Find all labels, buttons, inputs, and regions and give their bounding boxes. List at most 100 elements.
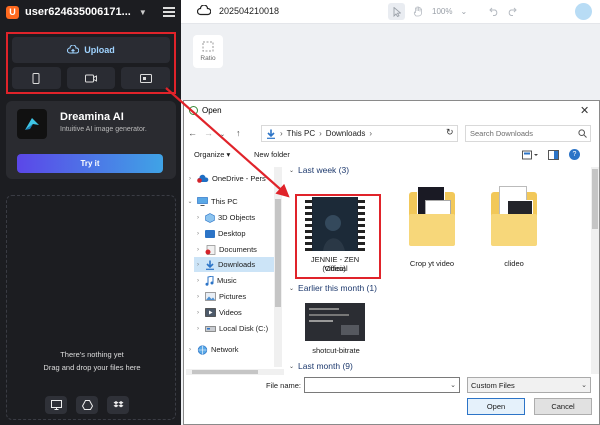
hand-icon[interactable] [413, 6, 424, 17]
file-item-shotcut-bitrate[interactable]: shotcut-bitrate [301, 299, 371, 359]
expand-chevron-icon[interactable]: › [194, 262, 202, 268]
address-bar[interactable]: › This PC › Downloads › [261, 125, 458, 142]
computer-source-button[interactable] [45, 396, 67, 414]
refresh-icon[interactable]: ↻ [446, 127, 454, 138]
tree-item-desktop[interactable]: › Desktop [194, 226, 246, 241]
back-arrow-icon[interactable]: ← [188, 128, 197, 138]
file-type-select[interactable]: Custom Files ⌄ [467, 377, 591, 393]
try-it-button[interactable]: Try it [17, 154, 163, 173]
video-highlight-box [295, 194, 381, 279]
import-sources [45, 396, 129, 414]
ratio-label: Ratio [200, 55, 216, 62]
file-item-clideo[interactable]: clideo [479, 186, 549, 270]
collapse-chevron-icon[interactable]: ⌄ [289, 363, 294, 370]
view-controls: ? [522, 149, 580, 160]
zoom-level[interactable]: 100% [432, 7, 452, 16]
videos-icon [205, 308, 216, 317]
file-name-input[interactable]: ⌄ [304, 377, 460, 393]
expand-chevron-icon[interactable]: › [194, 326, 202, 332]
tree-item-music[interactable]: › Music [194, 273, 237, 288]
forward-arrow-icon[interactable]: → [204, 128, 213, 138]
collapse-chevron-icon[interactable]: ⌄ [289, 285, 294, 292]
tree-item-videos[interactable]: › Videos [194, 305, 242, 320]
upload-label: Upload [84, 45, 115, 55]
view-options-icon[interactable] [522, 150, 538, 160]
tree-item-3d-objects[interactable]: › 3D Objects [194, 210, 255, 225]
expand-chevron-icon[interactable]: › [194, 247, 202, 253]
tree-item-this-pc[interactable]: ⌄ This PC [186, 194, 238, 209]
tree-label: Local Disk (C:) [219, 324, 269, 333]
menu-icon[interactable] [163, 7, 175, 17]
expand-chevron-icon[interactable]: › [186, 176, 194, 182]
recent-locations-icon[interactable]: ⌄ [220, 131, 225, 138]
account-bar: U user624635006171... ▼ [0, 0, 181, 24]
promo-title: Dreamina AI [60, 111, 124, 123]
desktop-icon [205, 229, 215, 238]
expand-chevron-icon[interactable]: › [194, 294, 202, 300]
tree-item-downloads[interactable]: › Downloads [194, 257, 274, 272]
camera-upload-button[interactable] [66, 67, 116, 89]
cancel-button[interactable]: Cancel [534, 398, 592, 415]
ratio-button[interactable]: Ratio [193, 35, 223, 68]
chevron-down-icon[interactable]: ▼ [139, 8, 147, 17]
tree-item-onedrive[interactable]: › OneDrive - Pers [186, 171, 266, 186]
undo-icon[interactable] [489, 7, 499, 16]
expand-chevron-icon[interactable]: › [194, 231, 202, 237]
chevron-down-icon[interactable]: ⌄ [450, 381, 456, 389]
close-icon[interactable]: ✕ [580, 104, 589, 117]
group-header-earlier-this-month[interactable]: ⌄ Earlier this month (1) [289, 283, 377, 293]
file-list-scrollbar[interactable] [591, 167, 599, 374]
preview-pane-icon[interactable] [548, 149, 559, 160]
upload-source-buttons [12, 67, 171, 89]
zoom-chevron-icon[interactable]: ⌄ [460, 7, 467, 16]
upload-button[interactable]: Upload [12, 37, 170, 63]
tree-label: This PC [211, 197, 238, 206]
group-label: Last month (9) [298, 361, 353, 371]
up-arrow-icon[interactable]: ↑ [236, 128, 241, 138]
tree-scrollbar[interactable] [274, 167, 282, 367]
help-icon[interactable]: ? [569, 149, 580, 160]
project-name[interactable]: 202504210018 [219, 6, 279, 16]
tree-label: 3D Objects [218, 213, 256, 222]
file-item-crop-yt-video[interactable]: Crop yt video [397, 186, 467, 270]
dropbox-button[interactable] [107, 396, 129, 414]
tree-label: Downloads [218, 260, 256, 269]
google-drive-button[interactable] [76, 396, 98, 414]
tree-scroll-thumb[interactable] [275, 199, 281, 307]
group-header-last-month[interactable]: ⌄ Last month (9) [289, 361, 353, 371]
chevron-down-icon[interactable]: ⌄ [581, 381, 587, 389]
phone-upload-button[interactable] [12, 67, 61, 89]
tree-hscroll-thumb[interactable] [192, 370, 258, 374]
tree-horizontal-scrollbar[interactable] [186, 369, 284, 375]
folder-icon [409, 186, 455, 246]
collapse-chevron-icon[interactable]: ⌄ [186, 198, 194, 205]
new-folder-button[interactable]: New folder [254, 150, 290, 159]
tree-item-network[interactable]: › Network [186, 342, 239, 357]
tree-item-pictures[interactable]: › Pictures [194, 289, 246, 304]
group-header-last-week[interactable]: ⌄ Last week (3) [289, 165, 349, 175]
drop-zone[interactable]: There's nothing yet Drag and drop your f… [6, 195, 176, 420]
cloud-save-icon[interactable] [197, 5, 211, 16]
username[interactable]: user624635006171... [25, 6, 131, 18]
expand-chevron-icon[interactable]: › [186, 347, 194, 353]
expand-chevron-icon[interactable]: › [194, 278, 202, 284]
select-tool-button[interactable] [388, 3, 405, 20]
avatar[interactable] [575, 3, 592, 20]
open-button[interactable]: Open [467, 398, 525, 415]
file-list-scroll-thumb[interactable] [592, 169, 598, 229]
tree-item-documents[interactable]: › Documents [194, 242, 257, 257]
breadcrumb-downloads[interactable]: Downloads [326, 129, 366, 138]
aspect-ratio-icon [202, 41, 214, 52]
screen-record-button[interactable] [121, 67, 171, 89]
cloud-upload-icon [67, 45, 80, 54]
expand-chevron-icon[interactable]: › [194, 310, 202, 316]
search-input[interactable]: Search Downloads [465, 125, 591, 142]
redo-icon[interactable] [507, 7, 517, 16]
collapse-chevron-icon[interactable]: ⌄ [289, 167, 294, 174]
organize-menu[interactable]: Organize ▾ [194, 150, 230, 159]
expand-chevron-icon[interactable]: › [194, 215, 202, 221]
cursor-icon [393, 6, 401, 17]
tree-item-local-disk[interactable]: › Local Disk (C:) [194, 321, 268, 336]
music-icon [205, 275, 214, 286]
breadcrumb-this-pc[interactable]: This PC [287, 129, 315, 138]
